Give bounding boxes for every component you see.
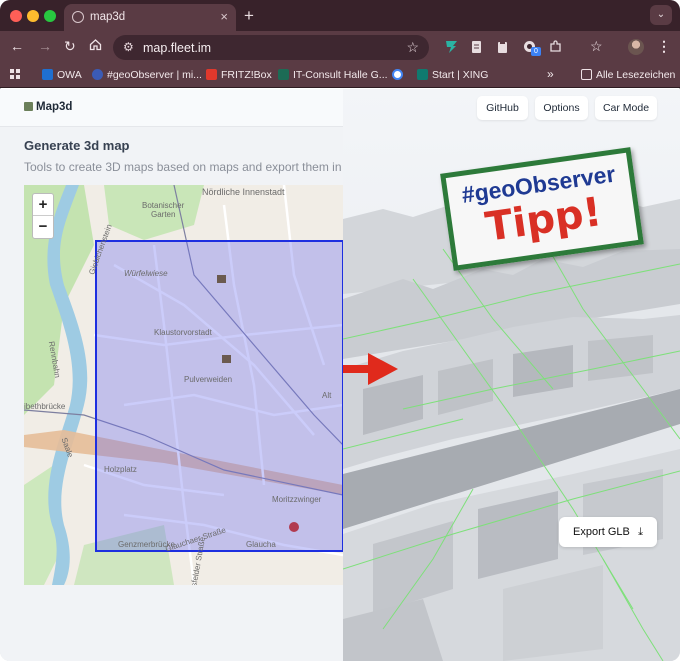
itconsult-icon <box>278 69 289 80</box>
browser-window: map3d × + ⌄ ← → ↻ ⚙ map.fleet.im ☆ ☆ ⋮ 0 <box>0 0 680 661</box>
address-bar[interactable]: ⚙ map.fleet.im ☆ <box>113 35 429 60</box>
map-label: Holzplatz <box>104 465 137 474</box>
more-bookmarks-button[interactable]: » <box>547 67 554 81</box>
puzzle-icon[interactable] <box>549 40 562 54</box>
map-label: Würfelwiese <box>124 269 168 278</box>
back-icon[interactable]: ← <box>10 38 24 54</box>
extension-badge: 0 <box>531 47 541 56</box>
xing-icon <box>417 69 428 80</box>
outlook-icon <box>42 69 53 80</box>
car-mode-button[interactable]: Car Mode <box>595 96 657 120</box>
left-panel: Map3d Generate 3d map Tools to create 3D… <box>0 89 343 661</box>
github-button[interactable]: GitHub <box>477 96 528 120</box>
download-icon: ⤓ <box>638 526 643 538</box>
new-tab-button[interactable]: + <box>244 6 254 26</box>
minimize-window-button[interactable] <box>27 10 39 22</box>
menu-icon[interactable]: ⋮ <box>657 38 671 55</box>
bookmarks-star-icon[interactable]: ☆ <box>590 38 603 55</box>
map-canvas <box>24 185 343 585</box>
export-label: Export GLB <box>573 526 630 538</box>
map-label: ibethbrücke <box>24 402 66 411</box>
tab-search-button[interactable]: ⌄ <box>650 5 672 25</box>
map-label: Alt <box>322 391 332 400</box>
folder-icon <box>581 69 592 80</box>
zoom-controls: + − <box>32 193 54 239</box>
map-label: Pulverweiden <box>184 375 233 384</box>
reload-icon[interactable]: ↻ <box>64 38 76 55</box>
map-label: Glaucha <box>246 540 276 549</box>
bookmarks-bar: OWA #geoObserver | mi... FRITZ!Box IT-Co… <box>0 63 680 88</box>
bookmark-star-icon[interactable]: ☆ <box>406 39 419 56</box>
bookmark-owa[interactable]: OWA <box>42 69 82 81</box>
fritzbox-icon <box>206 69 217 80</box>
map-view[interactable]: Nördliche Innenstadt Botanischer Garten … <box>24 185 343 585</box>
page-subtitle: Tools to create 3D maps based on maps an… <box>24 160 342 174</box>
map-label: Botanischer <box>142 201 185 210</box>
map-label: Klaustorvorstadt <box>154 328 212 337</box>
apps-grid-icon[interactable] <box>10 69 21 80</box>
clipboard-icon[interactable] <box>496 40 509 54</box>
url-text[interactable]: map.fleet.im <box>143 41 211 55</box>
tab-title: map3d <box>90 11 126 23</box>
bookmark-itconsult[interactable]: IT-Consult Halle G... <box>278 69 388 81</box>
page-title: Generate 3d map <box>24 138 130 153</box>
bookmark-fritzbox[interactable]: FRITZ!Box <box>206 69 272 81</box>
wordpress-icon <box>92 69 103 80</box>
avatar[interactable] <box>628 39 644 55</box>
close-tab-icon[interactable]: × <box>220 9 228 24</box>
globe-icon <box>72 11 84 23</box>
app-header: Map3d <box>0 89 343 127</box>
tab-strip: map3d × + ⌄ <box>0 0 680 31</box>
zoom-out-button[interactable]: − <box>33 216 53 238</box>
forward-icon[interactable]: → <box>38 38 52 54</box>
all-bookmarks-folder[interactable]: Alle Lesezeichen <box>581 69 675 81</box>
app-logo[interactable]: Map3d <box>24 101 72 113</box>
extension-icon-1[interactable] <box>445 40 458 54</box>
maximize-window-button[interactable] <box>44 10 56 22</box>
tab-map3d[interactable]: map3d × <box>64 4 236 31</box>
bookmark-geoobserver[interactable]: #geoObserver | mi... <box>92 69 202 81</box>
map-label: Garten <box>151 210 176 219</box>
site-info-icon[interactable]: ⚙ <box>123 40 134 54</box>
browser-toolbar: ← → ↻ ⚙ map.fleet.im ☆ ☆ ⋮ <box>0 31 680 63</box>
options-button[interactable]: Options <box>535 96 588 120</box>
bookmark-xing[interactable]: Start | XING <box>417 69 488 81</box>
export-glb-button[interactable]: Export GLB ⤓ <box>559 517 657 547</box>
zoom-in-button[interactable]: + <box>33 194 53 216</box>
map-icon <box>24 102 33 111</box>
map-label: Nördliche Innenstadt <box>202 187 285 197</box>
close-window-button[interactable] <box>10 10 22 22</box>
home-icon[interactable] <box>89 38 102 54</box>
google-icon <box>392 69 403 80</box>
bookmark-google[interactable] <box>392 69 407 81</box>
map-label: Moritzzwinger <box>272 495 322 504</box>
document-icon[interactable] <box>470 40 483 54</box>
